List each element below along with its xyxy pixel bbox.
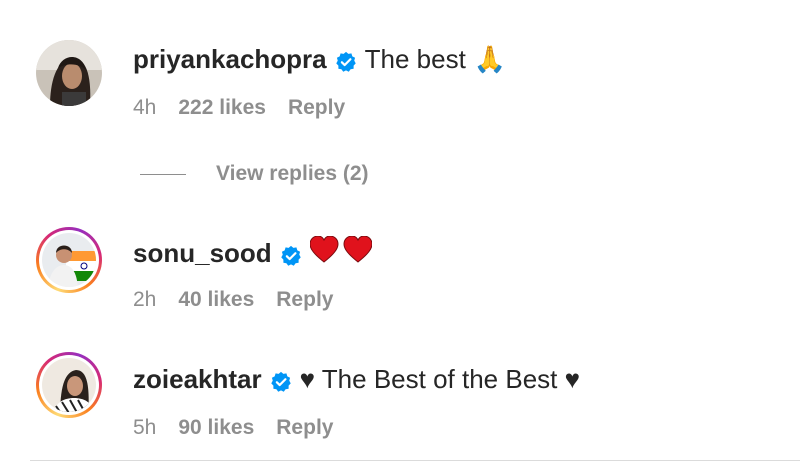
timestamp: 4h (133, 96, 157, 119)
username[interactable]: zoieakhtar (133, 364, 262, 395)
likes-count[interactable]: 90 likes (178, 416, 254, 440)
likes-count[interactable]: 222 likes (178, 96, 266, 120)
heart-icon (309, 235, 373, 263)
reply-button[interactable]: Reply (288, 96, 345, 120)
comment-text: ♥ The Best of the Best ♥ (299, 364, 581, 394)
username[interactable]: priyankachopra (133, 44, 327, 75)
verified-badge-icon (335, 49, 357, 72)
verified-badge-icon (280, 243, 302, 266)
avatar[interactable] (36, 40, 102, 106)
timestamp: 5h (133, 416, 157, 439)
red-hearts-emoji (309, 235, 373, 271)
comment-text: The best (364, 44, 466, 74)
verified-badge-icon (270, 369, 292, 392)
avatar[interactable] (36, 227, 102, 293)
avatar[interactable] (36, 352, 102, 418)
reply-button[interactable]: Reply (276, 416, 333, 440)
divider (30, 460, 800, 461)
folded-hands-emoji: 🙏 (473, 44, 507, 74)
view-replies-divider (140, 173, 186, 175)
username[interactable]: sonu_sood (133, 238, 272, 269)
view-replies-button[interactable]: View replies (2) (140, 162, 369, 186)
timestamp: 2h (133, 288, 157, 311)
likes-count[interactable]: 40 likes (178, 288, 254, 312)
view-replies-label: View replies (2) (216, 162, 369, 185)
reply-button[interactable]: Reply (276, 288, 333, 312)
